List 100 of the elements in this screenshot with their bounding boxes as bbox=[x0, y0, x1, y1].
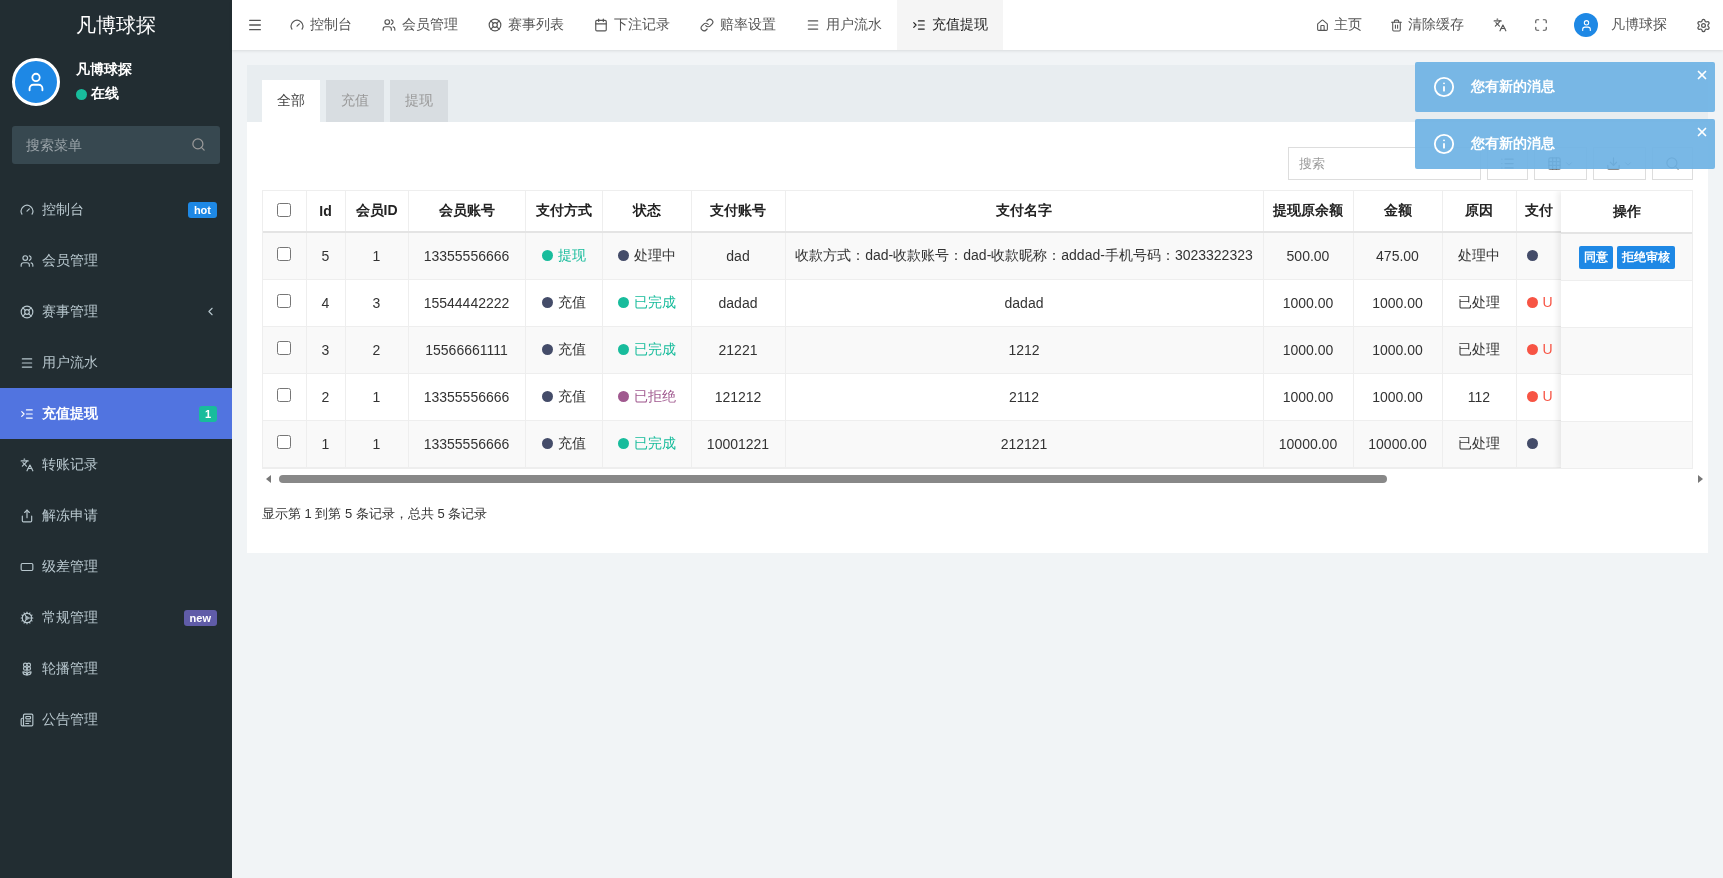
lifebuoy-icon bbox=[20, 304, 34, 319]
column-header: 支付名字 bbox=[996, 202, 1052, 218]
row-checkbox[interactable] bbox=[277, 294, 292, 308]
nav-tab[interactable]: 充值提现 bbox=[897, 0, 1003, 50]
table-cell: 处理中 bbox=[1458, 246, 1500, 263]
column-header: 操作 bbox=[1612, 202, 1641, 221]
table-cell: dadad bbox=[718, 294, 758, 311]
approve-button[interactable]: 同意 bbox=[1578, 245, 1613, 269]
table-cell: 121212 bbox=[714, 388, 762, 405]
column-header: 状态 bbox=[632, 202, 661, 218]
column-header: 原因 bbox=[1465, 202, 1493, 218]
pagination-info: 显示第 1 到第 5 条记录，总共 5 条记录 bbox=[262, 504, 489, 523]
notification: 您有新的消息 bbox=[1415, 119, 1715, 169]
table-cell: 10001221 bbox=[706, 435, 770, 452]
table-cell: 1 bbox=[372, 247, 381, 264]
row-checkbox[interactable] bbox=[277, 341, 292, 355]
table-cell: 2 bbox=[372, 341, 381, 358]
table-cell: 10000.00 bbox=[1368, 435, 1427, 452]
table-cell: 3 bbox=[321, 341, 330, 358]
table-cell: 已处理 bbox=[1458, 293, 1500, 310]
sidebar-item[interactable]: 公告管理 bbox=[0, 694, 232, 745]
calendar-icon bbox=[594, 18, 608, 32]
user-menu[interactable]: 凡博球探 bbox=[1560, 0, 1681, 50]
row-checkbox[interactable] bbox=[277, 435, 292, 449]
column-header: 支付 bbox=[1524, 202, 1553, 218]
flower-icon bbox=[20, 661, 34, 676]
status-label: 已拒绝 bbox=[633, 387, 676, 406]
table-cell: 1 bbox=[321, 435, 330, 452]
table-cell: 1000.00 bbox=[1282, 294, 1334, 311]
table-cell: 收款方式：dad-收款账号：dad-收款昵称：addad-手机号码：3023322323 bbox=[795, 246, 1253, 263]
table-cell: 1 bbox=[372, 388, 381, 405]
select-all-checkbox[interactable] bbox=[277, 202, 292, 217]
payment-method: 充值 bbox=[557, 293, 586, 312]
nav-tab[interactable]: 赛事列表 bbox=[473, 0, 579, 50]
clear-cache-link[interactable]: 清除缓存 bbox=[1376, 0, 1478, 50]
table-cell: 112 bbox=[1467, 388, 1491, 405]
table-cell: 1212 bbox=[1008, 341, 1040, 358]
nav-tab[interactable]: 下注记录 bbox=[579, 0, 685, 50]
home-link[interactable]: 主页 bbox=[1302, 0, 1376, 50]
gears-icon bbox=[20, 610, 34, 625]
list-icon bbox=[806, 18, 820, 32]
sidebar-item[interactable]: 级差管理 bbox=[0, 541, 232, 592]
sidebar-item[interactable]: 控制台 hot bbox=[0, 184, 232, 235]
table-cell: 500.00 bbox=[1286, 247, 1330, 264]
indent-icon bbox=[912, 18, 926, 32]
sidebar-item[interactable]: 赛事管理 bbox=[0, 286, 232, 337]
column-header: 会员账号 bbox=[438, 202, 495, 218]
sidebar-item[interactable]: 轮播管理 bbox=[0, 643, 232, 694]
table-cell: dadad bbox=[1004, 294, 1044, 311]
filter-tab[interactable]: 全部 bbox=[262, 80, 320, 122]
dashboard-icon bbox=[290, 18, 304, 32]
avatar-icon bbox=[12, 58, 60, 106]
table-cell: 13355556666 bbox=[423, 435, 510, 452]
column-header: Id bbox=[319, 203, 332, 219]
table-cell: 1000.00 bbox=[1372, 294, 1423, 311]
sidebar-item[interactable]: 充值提现 1 bbox=[0, 388, 232, 439]
payment-method: 提现 bbox=[557, 246, 586, 265]
nav-tab[interactable]: 会员管理 bbox=[367, 0, 473, 50]
menu-search-field[interactable]: 搜索菜单 bbox=[12, 126, 220, 164]
info-icon bbox=[1433, 76, 1455, 98]
reject-button[interactable]: 拒绝审核 bbox=[1616, 245, 1675, 269]
nav-tab[interactable]: 用户流水 bbox=[791, 0, 897, 50]
column-header: 提现原余额 bbox=[1273, 202, 1343, 218]
status-label: 已完成 bbox=[633, 293, 676, 312]
link-icon bbox=[700, 18, 714, 32]
table-cell: 已处理 bbox=[1458, 340, 1500, 357]
status-label: 已完成 bbox=[633, 434, 676, 453]
table-cell: 1000.00 bbox=[1282, 341, 1334, 358]
column-header: 金额 bbox=[1383, 202, 1412, 218]
translate-icon bbox=[20, 457, 34, 472]
sidebar-item[interactable]: 会员管理 bbox=[0, 235, 232, 286]
row-checkbox[interactable] bbox=[277, 388, 292, 402]
share-icon bbox=[20, 508, 34, 523]
column-header: 支付账号 bbox=[710, 202, 766, 218]
sidebar-item[interactable]: 常规管理 new bbox=[0, 592, 232, 643]
trash-icon bbox=[1390, 18, 1403, 32]
row-checkbox[interactable] bbox=[277, 247, 292, 262]
table-cell: 5 bbox=[321, 247, 330, 264]
sidebar-item[interactable]: 转账记录 bbox=[0, 439, 232, 490]
list-icon bbox=[20, 355, 34, 370]
table-cell: 4 bbox=[321, 294, 330, 311]
close-icon[interactable] bbox=[1695, 68, 1709, 82]
table-cell: 2112 bbox=[1008, 388, 1040, 405]
table-cell: 1000.00 bbox=[1372, 388, 1423, 405]
sidebar-item[interactable]: 解冻申请 bbox=[0, 490, 232, 541]
user-name: 凡博球探 bbox=[76, 61, 132, 79]
close-icon[interactable] bbox=[1695, 125, 1709, 139]
lifebuoy-icon bbox=[488, 18, 502, 32]
nav-tab[interactable]: 控制台 bbox=[275, 0, 367, 50]
table-cell: 1000.00 bbox=[1282, 388, 1334, 405]
nav-tab[interactable]: 赔率设置 bbox=[685, 0, 791, 50]
menu-badge: new bbox=[183, 609, 217, 626]
status-label: 处理中 bbox=[633, 246, 676, 265]
table-cell: 475.00 bbox=[1376, 247, 1419, 264]
brand-title: 凡博球探 bbox=[75, 12, 157, 38]
notification: 您有新的消息 bbox=[1415, 62, 1715, 112]
column-header: 会员ID bbox=[355, 202, 398, 218]
sidebar-item[interactable]: 用户流水 bbox=[0, 337, 232, 388]
payment-method: 充值 bbox=[557, 387, 586, 406]
user-status: 在线 bbox=[91, 85, 119, 103]
